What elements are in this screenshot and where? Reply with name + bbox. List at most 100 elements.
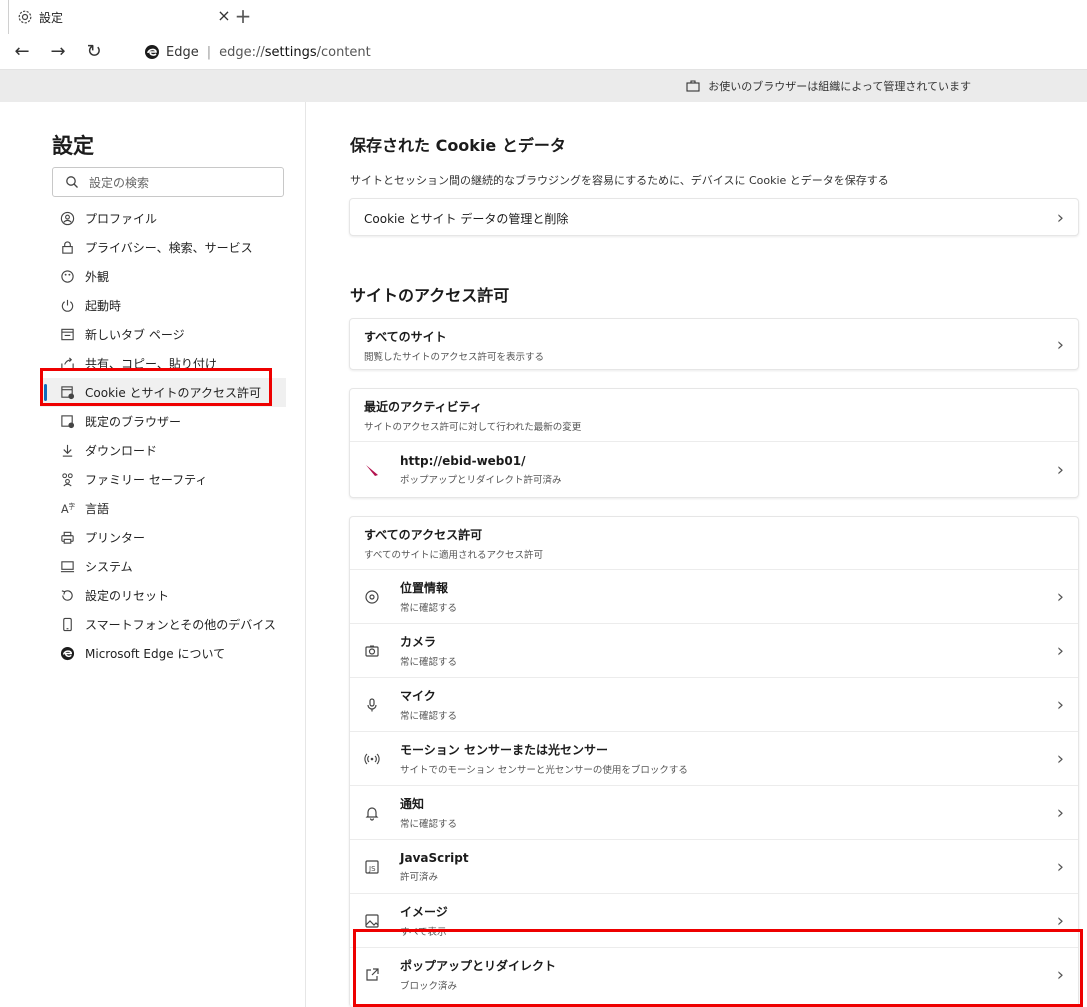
permission-row-image[interactable]: イメージ すべて表示 › bbox=[350, 893, 1078, 947]
default-browser-icon bbox=[60, 414, 75, 429]
sidebar-item-14[interactable]: スマートフォンとその他のデバイス bbox=[40, 610, 286, 639]
url-separator: | bbox=[206, 44, 212, 60]
share-icon bbox=[60, 356, 75, 371]
managed-text: お使いのブラウザーは組織によって管理されています bbox=[708, 80, 971, 93]
sidebar-item-label: システム bbox=[85, 560, 133, 574]
permissions-heading: サイトのアクセス許可 bbox=[350, 286, 510, 305]
url-path: settings bbox=[264, 44, 317, 60]
tab-settings[interactable]: 設定 × bbox=[8, 0, 256, 34]
edge-logo-icon bbox=[60, 646, 75, 661]
new-tab-button[interactable]: + bbox=[232, 5, 254, 27]
image-icon bbox=[364, 913, 380, 929]
recent-site-url: http://ebid-web01/ bbox=[400, 453, 526, 468]
settings-sidebar: 設定 設定の検索 プロファイル プライバシー、検索、サービス 外観 起動時 新しいタブ … bbox=[0, 102, 306, 1007]
permission-title: モーション センサーまたは光センサー bbox=[400, 743, 608, 757]
lock-icon bbox=[60, 240, 75, 255]
chevron-right-icon: › bbox=[1056, 586, 1064, 607]
permission-title: 通知 bbox=[400, 797, 425, 811]
sidebar-item-9[interactable]: ファミリー セーフティ bbox=[40, 465, 286, 494]
permission-row-javascript[interactable]: JS JavaScript 許可済み › bbox=[350, 839, 1078, 893]
sidebar-nav: プロファイル プライバシー、検索、サービス外観起動時新しいタブ ページ共有、コピー… bbox=[40, 204, 286, 668]
sidebar-item-label: プリンター bbox=[85, 531, 146, 545]
chevron-right-icon: › bbox=[1056, 910, 1064, 931]
permission-title: カメラ bbox=[400, 635, 437, 649]
motion-sensor-icon bbox=[364, 751, 380, 767]
permission-row-location[interactable]: 位置情報常に確認する › bbox=[350, 569, 1078, 623]
newtab-icon bbox=[60, 327, 75, 342]
sidebar-item-label: 起動時 bbox=[85, 299, 122, 313]
power-icon bbox=[60, 298, 75, 313]
family-icon bbox=[60, 472, 75, 487]
manage-cookies-label: Cookie とサイト データの管理と削除 bbox=[364, 211, 569, 226]
sidebar-item-15[interactable]: Microsoft Edge について bbox=[40, 639, 286, 668]
address-bar[interactable]: Edge | edge://settings/content bbox=[130, 38, 1080, 66]
sidebar-item-label: 外観 bbox=[85, 270, 110, 284]
permission-subtitle: サイトでのモーション センサーと光センサーの使用をブロックする bbox=[400, 765, 688, 776]
permission-subtitle: ブロック済み bbox=[400, 981, 458, 992]
feather-icon bbox=[366, 464, 378, 476]
permissions-list: 位置情報 常に確認する › カメラ 常に確認する › マイク 常に確認する › モーション センサ… bbox=[350, 569, 1078, 1001]
chevron-right-icon: › bbox=[1056, 640, 1064, 661]
recent-site-row[interactable]: http://ebid-web01/ ポップアップとリダイレクト許可済み › bbox=[350, 441, 1078, 497]
microphone-icon bbox=[364, 697, 380, 713]
permission-row-motion-sensor[interactable]: モーション センサーまたは光センサーサイトでのモーション センサーと光センサーの… bbox=[350, 731, 1078, 785]
sidebar-item-12[interactable]: システム bbox=[40, 552, 286, 581]
chevron-right-icon: › bbox=[1056, 802, 1064, 823]
popup-icon bbox=[364, 967, 380, 983]
all-permissions-title: すべてのアクセス許可 bbox=[364, 527, 483, 542]
permission-subtitle: 許可済み bbox=[400, 871, 439, 883]
sidebar-item-3[interactable]: 起動時 bbox=[40, 291, 286, 320]
download-icon bbox=[60, 443, 75, 458]
chevron-right-icon: › bbox=[1056, 856, 1064, 877]
sidebar-item-7[interactable]: 既定のブラウザー bbox=[40, 407, 286, 436]
sidebar-item-0[interactable]: プロファイル bbox=[40, 204, 286, 233]
permission-row-bell[interactable]: 通知 常に確認する › bbox=[350, 785, 1078, 839]
managed-banner: お使いのブラウザーは組織によって管理されています bbox=[0, 70, 1087, 102]
appearance-icon bbox=[60, 269, 75, 284]
sidebar-item-2[interactable]: 外観 bbox=[40, 262, 286, 291]
search-icon bbox=[66, 176, 78, 188]
sidebar-item-13[interactable]: 設定のリセット bbox=[40, 581, 286, 610]
address-bar-row: ← → ↻ Edge | edge://settings/content bbox=[0, 34, 1087, 70]
system-icon bbox=[60, 559, 75, 574]
sidebar-item-6[interactable]: Cookie とサイトのアクセス許可 bbox=[40, 378, 286, 407]
printer-icon bbox=[60, 530, 75, 545]
permission-row-microphone[interactable]: マイク 常に確認する › bbox=[350, 677, 1078, 731]
camera-icon bbox=[364, 643, 380, 659]
url-suffix: /content bbox=[316, 44, 371, 60]
location-icon bbox=[364, 589, 380, 605]
sidebar-item-label: スマートフォンとその他のデバイス bbox=[85, 618, 276, 632]
all-sites-subtitle: 閲覧したサイトのアクセス許可を表示する bbox=[364, 351, 545, 363]
permission-title: 位置情報 bbox=[400, 581, 449, 595]
all-sites-card[interactable]: すべてのサイト 閲覧したサイトのアクセス許可を表示する › bbox=[349, 318, 1079, 370]
sidebar-item-8[interactable]: ダウンロード bbox=[40, 436, 286, 465]
sidebar-item-1[interactable]: プライバシー、検索、サービス bbox=[40, 233, 286, 262]
forward-button[interactable]: → bbox=[48, 42, 68, 62]
all-permissions-subtitle: すべてのサイトに適用されるアクセス許可 bbox=[364, 549, 543, 561]
sidebar-item-10[interactable]: A 字言語 bbox=[40, 494, 286, 523]
sidebar-item-label: 言語 bbox=[85, 502, 110, 516]
back-button[interactable]: ← bbox=[12, 42, 32, 62]
bell-icon bbox=[364, 805, 380, 821]
refresh-button[interactable]: ↻ bbox=[84, 42, 104, 62]
sidebar-item-label: Microsoft Edge について bbox=[85, 647, 226, 661]
sidebar-item-label: ファミリー セーフティ bbox=[85, 473, 208, 487]
language-icon: A字 bbox=[60, 501, 75, 517]
sidebar-item-11[interactable]: プリンター bbox=[40, 523, 286, 552]
manage-cookies-card[interactable]: Cookie とサイト データの管理と削除 › bbox=[349, 198, 1079, 236]
sidebar-item-4[interactable]: 新しいタブ ページ bbox=[40, 320, 286, 349]
permission-row-camera[interactable]: カメラ 常に確認する › bbox=[350, 623, 1078, 677]
url-prefix: edge:// bbox=[219, 44, 265, 60]
sidebar-item-5[interactable]: 共有、コピー、貼り付け bbox=[40, 349, 286, 378]
settings-search-input[interactable]: 設定の検索 bbox=[52, 167, 284, 197]
permission-row-popup[interactable]: ポップアップとリダイレクト ブロック済み › bbox=[350, 947, 1078, 1001]
gear-icon bbox=[18, 10, 32, 24]
chevron-right-icon: › bbox=[1056, 459, 1064, 480]
sidebar-item-label: 新しいタブ ページ bbox=[85, 328, 185, 342]
permission-subtitle: 常に確認する bbox=[400, 603, 458, 614]
search-placeholder: 設定の検索 bbox=[89, 175, 150, 190]
tab-close-button[interactable]: × bbox=[216, 8, 232, 24]
chevron-right-icon: › bbox=[1056, 748, 1064, 769]
permission-title: JavaScript bbox=[400, 850, 469, 865]
svg-text:JS: JS bbox=[368, 865, 376, 873]
